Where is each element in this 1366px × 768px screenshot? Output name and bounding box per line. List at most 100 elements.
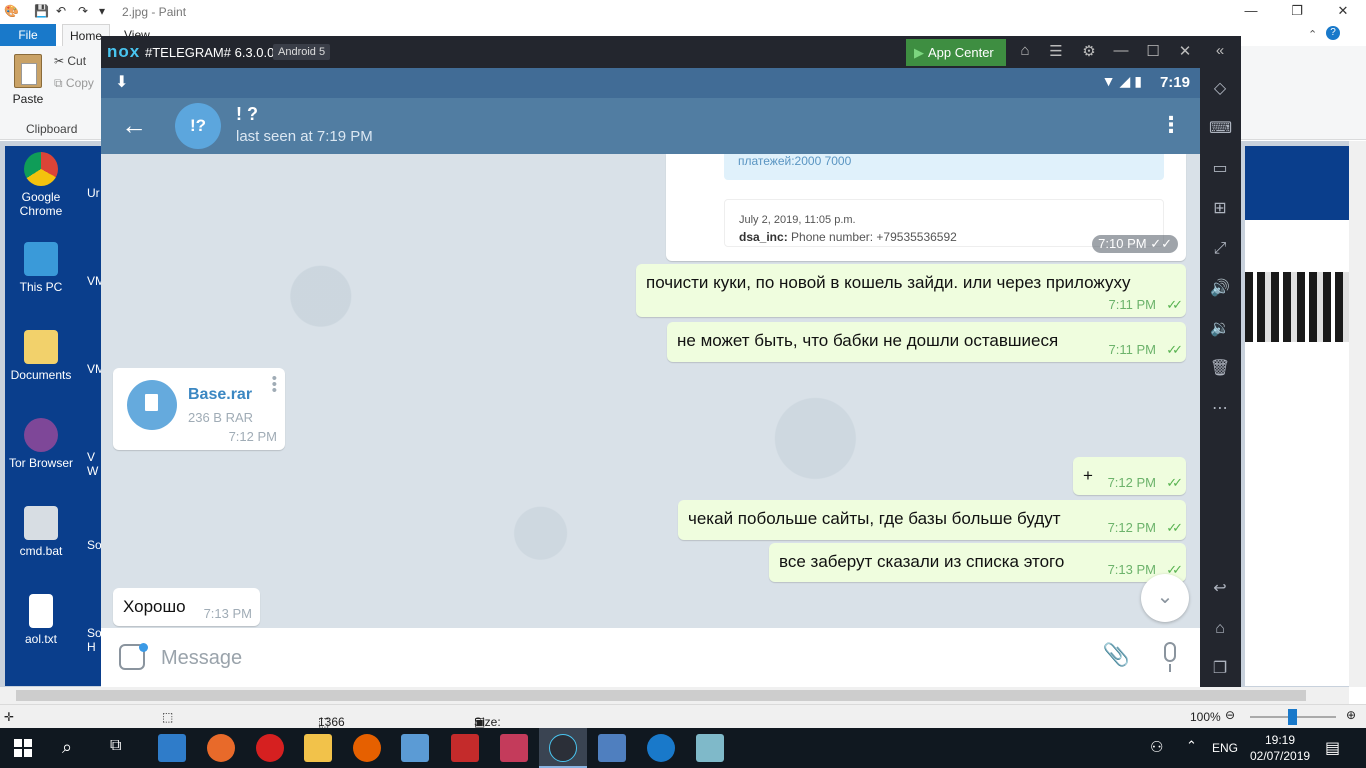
restore-button[interactable]: ❐ xyxy=(1274,0,1320,24)
app-center-button[interactable]: ▶ App Center xyxy=(906,39,1006,66)
collapse-sidebar-icon[interactable]: « xyxy=(1209,42,1231,62)
message-bubble[interactable]: + 7:12 PM ✓✓ xyxy=(1073,457,1186,495)
desktop-icon-label: aol.txt xyxy=(24,632,57,646)
nox-icon xyxy=(549,734,577,762)
clock[interactable]: 19:19 02/07/2019 xyxy=(1250,732,1310,764)
copy-icon: ⧉ xyxy=(54,76,66,90)
taskbar-app-icon[interactable] xyxy=(207,734,235,762)
close-icon[interactable]: ✕ xyxy=(1174,42,1196,62)
chevron-down-icon: ⌄ xyxy=(1156,586,1174,608)
zoom-level: 100% xyxy=(1190,710,1221,724)
microphone-icon[interactable] xyxy=(1160,640,1180,674)
shirt-icon[interactable]: ⌂ xyxy=(1014,42,1036,62)
keyboard-icon[interactable]: ⌨ xyxy=(1209,118,1232,140)
notification-center-icon[interactable]: ▤ xyxy=(1325,738,1340,758)
task-view-icon[interactable]: ⧉ xyxy=(110,737,121,755)
message-bubble[interactable]: все заберут сказали из списка этого 7:13… xyxy=(769,543,1186,582)
chevron-up-icon[interactable]: ⌃ xyxy=(1186,738,1197,754)
taskbar-app-icon[interactable] xyxy=(256,734,284,762)
file-name[interactable]: Base.rar xyxy=(188,386,252,404)
message-bubble[interactable]: чекай побольше сайты, где базы больше бу… xyxy=(678,500,1186,540)
taskbar: ⌕ ⧉ ⚇ ⌃ ENG 19:19 02/07/2019 ▤ xyxy=(0,728,1366,768)
android-version-badge: Android 5 xyxy=(273,44,331,60)
volume-down-icon[interactable]: 🔉 xyxy=(1209,318,1231,340)
file-message[interactable]: Base.rar 236 B RAR 7:12 PM • • • xyxy=(113,368,285,450)
scrollbar-thumb[interactable] xyxy=(16,690,1306,701)
tab-file[interactable]: File xyxy=(0,24,56,46)
nox-window-title: #TELEGRAM# 6.3.0.0 xyxy=(145,45,275,60)
file-explorer-icon[interactable] xyxy=(304,734,332,762)
windows-start-icon[interactable] xyxy=(14,739,32,757)
menu-icon[interactable]: ☰ xyxy=(1045,42,1067,62)
desktop-icon-tor-browser[interactable]: Tor Browser xyxy=(5,418,81,470)
android-screen: ⬇ ▼◢▮ 7:19 ← !? ! ? last seen at 7:19 PM… xyxy=(101,68,1200,687)
rotate-icon[interactable]: ◇ xyxy=(1209,78,1231,100)
screen-icon[interactable]: ▭ xyxy=(1209,158,1231,180)
taskbar-app-icon[interactable] xyxy=(401,734,429,762)
minimize-button[interactable]: — xyxy=(1228,0,1274,24)
paint-icon[interactable] xyxy=(598,734,626,762)
help-icon[interactable]: ? xyxy=(1326,26,1340,40)
message-bubble[interactable]: почисти куки, по новой в кошель зайди. и… xyxy=(636,264,1186,317)
cut-button[interactable]: ✂ Cut xyxy=(54,54,86,68)
taskbar-app-icon[interactable] xyxy=(451,734,479,762)
vertical-scrollbar[interactable] xyxy=(1349,141,1366,687)
more-vertical-icon[interactable]: • • • xyxy=(272,371,277,398)
nox-logo: nox xyxy=(107,42,141,61)
android-home-icon[interactable]: ⌂ xyxy=(1209,618,1231,640)
taskbar-app-icon[interactable] xyxy=(696,734,724,762)
desktop-icon-label: cmd.bat xyxy=(19,544,63,558)
forwarded-message[interactable]: платежей:2000 7000 July 2, 2019, 11:05 p… xyxy=(666,154,1186,261)
download-icon: ⬇ xyxy=(115,74,129,91)
zoom-out-button[interactable]: ⊖ xyxy=(1225,708,1235,722)
ribbon-collapse-icon[interactable]: ⌃ xyxy=(1308,28,1317,41)
paste-button[interactable]: Paste xyxy=(10,54,46,106)
android-recents-icon[interactable]: ❐ xyxy=(1209,658,1231,680)
zoom-in-button[interactable]: ⊕ xyxy=(1346,708,1356,722)
copy-button[interactable]: ⧉ Copy xyxy=(54,76,94,91)
desktop-icon-documents[interactable]: Documents xyxy=(5,330,81,382)
message-bubble[interactable]: Хорошо 7:13 PM xyxy=(113,588,260,626)
quick-access-dropdown-icon[interactable]: ▾ xyxy=(99,4,105,20)
more-icon[interactable]: ⋯ xyxy=(1209,398,1231,420)
maximize-icon[interactable]: ☐ xyxy=(1142,42,1164,62)
back-arrow-icon[interactable]: ← xyxy=(121,110,147,141)
volume-up-icon[interactable]: 🔊 xyxy=(1209,278,1231,300)
zoom-slider-thumb[interactable] xyxy=(1288,709,1297,725)
trash-icon[interactable]: 🗑 xyxy=(1209,358,1231,380)
undo-icon[interactable]: ↶ xyxy=(56,4,66,20)
desktop-icon-this-pc[interactable]: This PC xyxy=(5,242,81,294)
people-icon[interactable]: ⚇ xyxy=(1150,738,1163,756)
chat-name[interactable]: ! ? xyxy=(236,104,258,125)
desktop-icon-aol[interactable]: aol.txt xyxy=(5,594,81,646)
clock-time: 19:19 xyxy=(1264,733,1296,747)
taskbar-app-icon[interactable] xyxy=(500,734,528,762)
android-back-icon[interactable]: ↩ xyxy=(1209,578,1231,600)
horizontal-scrollbar[interactable] xyxy=(0,687,1349,704)
desktop-icon-chrome[interactable]: Google Chrome xyxy=(5,152,81,218)
search-icon[interactable]: ⌕ xyxy=(62,737,72,758)
desktop-icon-label: Tor Browser xyxy=(8,456,73,470)
avatar[interactable]: !? xyxy=(175,103,221,149)
message-input[interactable] xyxy=(161,642,1081,674)
gear-icon[interactable]: ⚙ xyxy=(1078,42,1100,62)
firefox-icon[interactable] xyxy=(353,734,381,762)
more-vertical-icon[interactable]: ⋮ xyxy=(1160,112,1182,138)
fullscreen-icon[interactable]: ⤢ xyxy=(1209,238,1231,260)
redo-icon[interactable]: ↷ xyxy=(78,4,88,20)
save-icon[interactable]: 💾 xyxy=(34,4,49,20)
message-list[interactable]: платежей:2000 7000 July 2, 2019, 11:05 p… xyxy=(101,154,1200,628)
minimize-icon[interactable]: — xyxy=(1110,42,1132,62)
message-bubble[interactable]: не может быть, что бабки не дошли оставш… xyxy=(667,322,1186,362)
paperclip-icon[interactable]: 📎 xyxy=(1103,642,1130,668)
taskbar-app-icon[interactable] xyxy=(158,734,186,762)
file-size: 236 B RAR xyxy=(188,410,254,425)
taskbar-nox-active[interactable] xyxy=(539,728,587,768)
close-button[interactable]: ✕ xyxy=(1320,0,1366,24)
add-apk-icon[interactable]: ⊞ xyxy=(1209,198,1231,220)
scroll-down-button[interactable]: ⌄ xyxy=(1141,574,1189,622)
edge-icon[interactable] xyxy=(647,734,675,762)
desktop-icon-cmd[interactable]: cmd.bat xyxy=(5,506,81,558)
document-icon[interactable] xyxy=(127,380,177,430)
language-indicator[interactable]: ENG xyxy=(1212,741,1238,755)
